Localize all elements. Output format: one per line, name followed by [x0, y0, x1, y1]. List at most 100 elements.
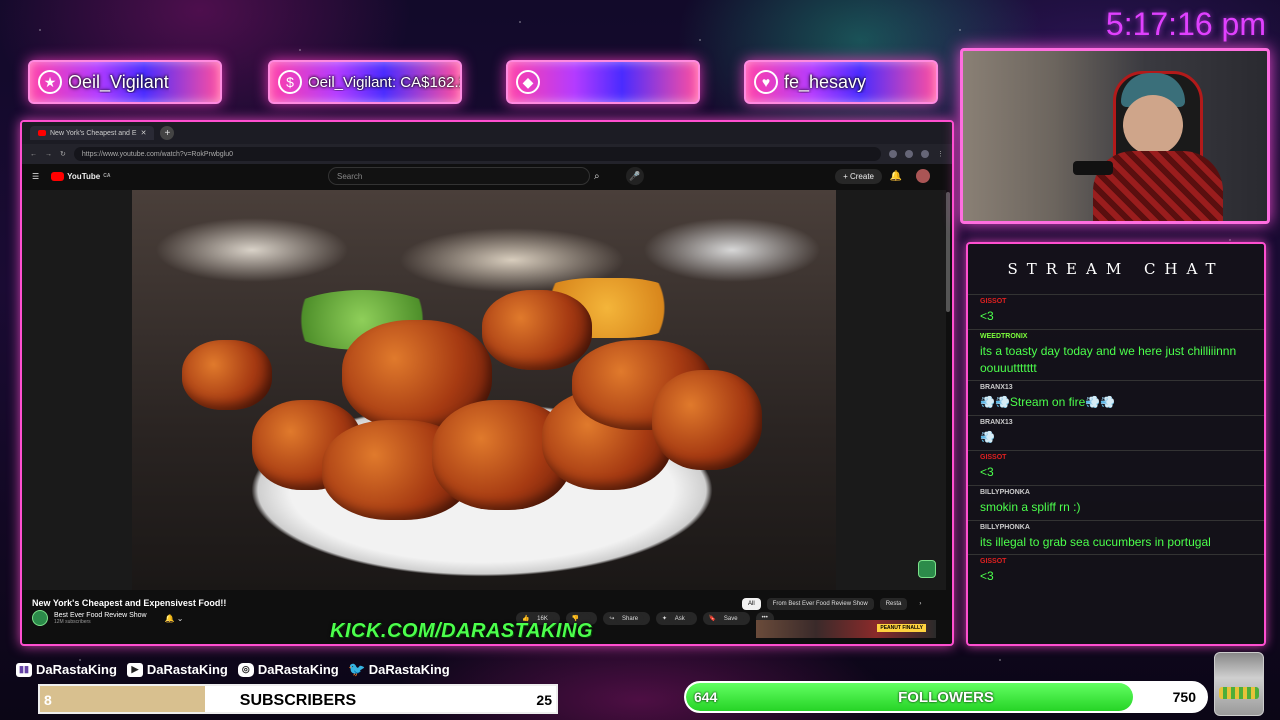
youtube-logo-text: YouTube: [67, 171, 101, 181]
microphone-icon[interactable]: 🎤: [626, 167, 644, 185]
social-handle: DaRastaKing: [36, 662, 117, 677]
chat-title: STREAM CHAT: [1007, 260, 1225, 278]
instagram-icon: ◎: [237, 662, 254, 677]
follower-goal-label: FOLLOWERS: [898, 689, 994, 706]
menu-icon[interactable]: ⋮: [937, 150, 944, 158]
video-letterbox-right: [836, 190, 946, 590]
channel-name[interactable]: Best Ever Food Review Show: [54, 612, 147, 619]
chat-text: 💨: [980, 430, 995, 445]
save-button[interactable]: 🔖 Save: [702, 612, 750, 625]
diamond-icon: ◆: [516, 70, 540, 94]
extension-icon[interactable]: [921, 150, 929, 158]
star-icon: ★: [38, 70, 62, 94]
subscriber-count: 12M subscribers: [54, 618, 91, 625]
extension-icon[interactable]: [905, 150, 913, 158]
chat-message: WEEDTRONIX its a toasty day today and we…: [968, 328, 1264, 381]
chat-message: GISSOT <3: [968, 554, 1264, 589]
alert-text: Oeil_Vigilant: CA$162.25: [308, 73, 460, 91]
chip-all[interactable]: All: [742, 598, 761, 610]
recommended-thumbnails[interactable]: PEANUT FINALLY: [756, 620, 936, 638]
chat-username: BRANX13: [980, 384, 1013, 392]
ask-button[interactable]: ✦ Ask: [656, 612, 697, 625]
create-button[interactable]: + Create: [835, 168, 882, 184]
video-frame-chicken: [482, 290, 592, 370]
alert-latest-subscriber: ♥ fe_hesavy: [744, 60, 938, 104]
video-frame-chicken: [182, 340, 272, 410]
video-frame-chicken: [652, 370, 762, 470]
youtube-search-input[interactable]: Search: [328, 167, 590, 185]
tip-jar-coins: [1219, 687, 1259, 699]
social-youtube: ▶ DaRastaKing: [126, 662, 228, 677]
recommendation-chips: All From Best Ever Food Review Show Rest…: [742, 598, 927, 610]
youtube-header: ☰ YouTube CA Search ⌕ 🎤 + Create 🔔: [22, 164, 952, 188]
twitch-icon: ▮▮: [16, 662, 32, 677]
browser-tab-bar: New York's Cheapest and E ✕ +: [22, 122, 952, 144]
follower-target: 750: [1172, 689, 1196, 705]
social-instagram: ◎ DaRastaKing: [237, 662, 339, 677]
chat-username: BILLYPHONKA: [980, 488, 1030, 496]
chat-username: GISSOT: [980, 298, 1007, 305]
alert-latest-follower: ★ Oeil_Vigilant: [28, 60, 222, 104]
reload-icon[interactable]: ↻: [60, 150, 66, 158]
subscribed-bell-icon[interactable]: 🔔 ⌄: [165, 614, 184, 623]
chat-username: GISSOT: [980, 453, 1007, 461]
webcam-feed: [960, 48, 1270, 224]
streamer-shirt: [1093, 151, 1223, 221]
microphone-arm: [1073, 161, 1113, 175]
chat-username: BRANX13: [980, 419, 1013, 427]
chevron-right-icon[interactable]: ›: [913, 598, 927, 610]
youtube-favicon-icon: [38, 130, 46, 136]
hamburger-menu-icon[interactable]: ☰: [32, 172, 39, 181]
channel-row: Best Ever Food Review Show 12M subscribe…: [32, 610, 184, 626]
stream-clock: 5:17:16 pm: [1105, 6, 1266, 42]
thumbnail-label: PEANUT FINALLY: [877, 624, 926, 632]
chat-text: <3: [980, 309, 994, 323]
share-button[interactable]: ↪ Share: [603, 612, 651, 625]
alert-text: Oeil_Vigilant: [68, 71, 169, 92]
account-avatar[interactable]: [916, 169, 930, 183]
tab-title: New York's Cheapest and E: [50, 129, 137, 137]
chat-text: <3: [980, 464, 994, 479]
chat-message: BILLYPHONKA its illegal to grab sea cucu…: [968, 519, 1264, 555]
page-scrollbar[interactable]: [946, 192, 950, 312]
chat-message: BRANX13 💨: [968, 415, 1264, 450]
video-player[interactable]: [132, 190, 836, 590]
chat-message: GISSOT <3: [968, 294, 1264, 329]
notifications-icon[interactable]: 🔔: [890, 171, 902, 182]
social-handle: DaRastaKing: [146, 662, 228, 677]
chat-message: BILLYPHONKA smokin a spliff rn :): [968, 484, 1264, 520]
social-handle: DaRastaKing: [257, 662, 339, 677]
chip-channel[interactable]: From Best Ever Food Review Show: [766, 598, 874, 610]
subscriber-goal-label: SUBSCRIBERS: [239, 692, 357, 709]
chat-username: WEEDTRONIX: [980, 332, 1028, 340]
url-field[interactable]: https://www.youtube.com/watch?v=RokPrwbg…: [73, 147, 881, 161]
search-icon[interactable]: ⌕: [594, 171, 600, 182]
streamer-face: [1123, 95, 1183, 155]
screen-capture: New York's Cheapest and E ✕ + ← → ↻ http…: [20, 120, 954, 646]
chat-text: smokin a spliff rn :): [980, 499, 1081, 514]
alert-latest-cheer: ◆: [506, 60, 700, 104]
back-icon[interactable]: ←: [30, 151, 37, 158]
chat-username: BILLYPHONKA: [980, 523, 1030, 531]
channel-avatar[interactable]: [32, 610, 48, 626]
heart-icon: ♥: [754, 70, 778, 94]
tip-jar: [1214, 652, 1264, 716]
chip-restaurants[interactable]: Resta: [879, 598, 908, 610]
chat-message: GISSOT <3: [968, 449, 1264, 485]
chat-text: 💨💨Stream on fire💨💨: [980, 395, 1116, 410]
close-icon[interactable]: ✕: [141, 129, 147, 137]
extension-icon[interactable]: [889, 150, 897, 158]
dollar-icon: $: [278, 70, 302, 94]
youtube-region: CA: [103, 173, 111, 179]
youtube-icon: ▶: [126, 662, 143, 677]
chat-username: GISSOT: [980, 558, 1007, 566]
alert-text: fe_hesavy: [784, 71, 867, 92]
subscriber-target: 25: [536, 692, 552, 708]
browser-tab[interactable]: New York's Cheapest and E ✕: [30, 126, 155, 140]
channel-watermark-icon[interactable]: [918, 560, 936, 578]
forward-icon[interactable]: →: [45, 151, 52, 158]
subscriber-goal-bar: 8 SUBSCRIBERS 25: [38, 684, 558, 714]
new-tab-button[interactable]: +: [160, 126, 175, 140]
youtube-logo[interactable]: YouTube CA: [51, 171, 111, 181]
chat-text: its a toasty day today and we here just …: [980, 343, 1237, 375]
